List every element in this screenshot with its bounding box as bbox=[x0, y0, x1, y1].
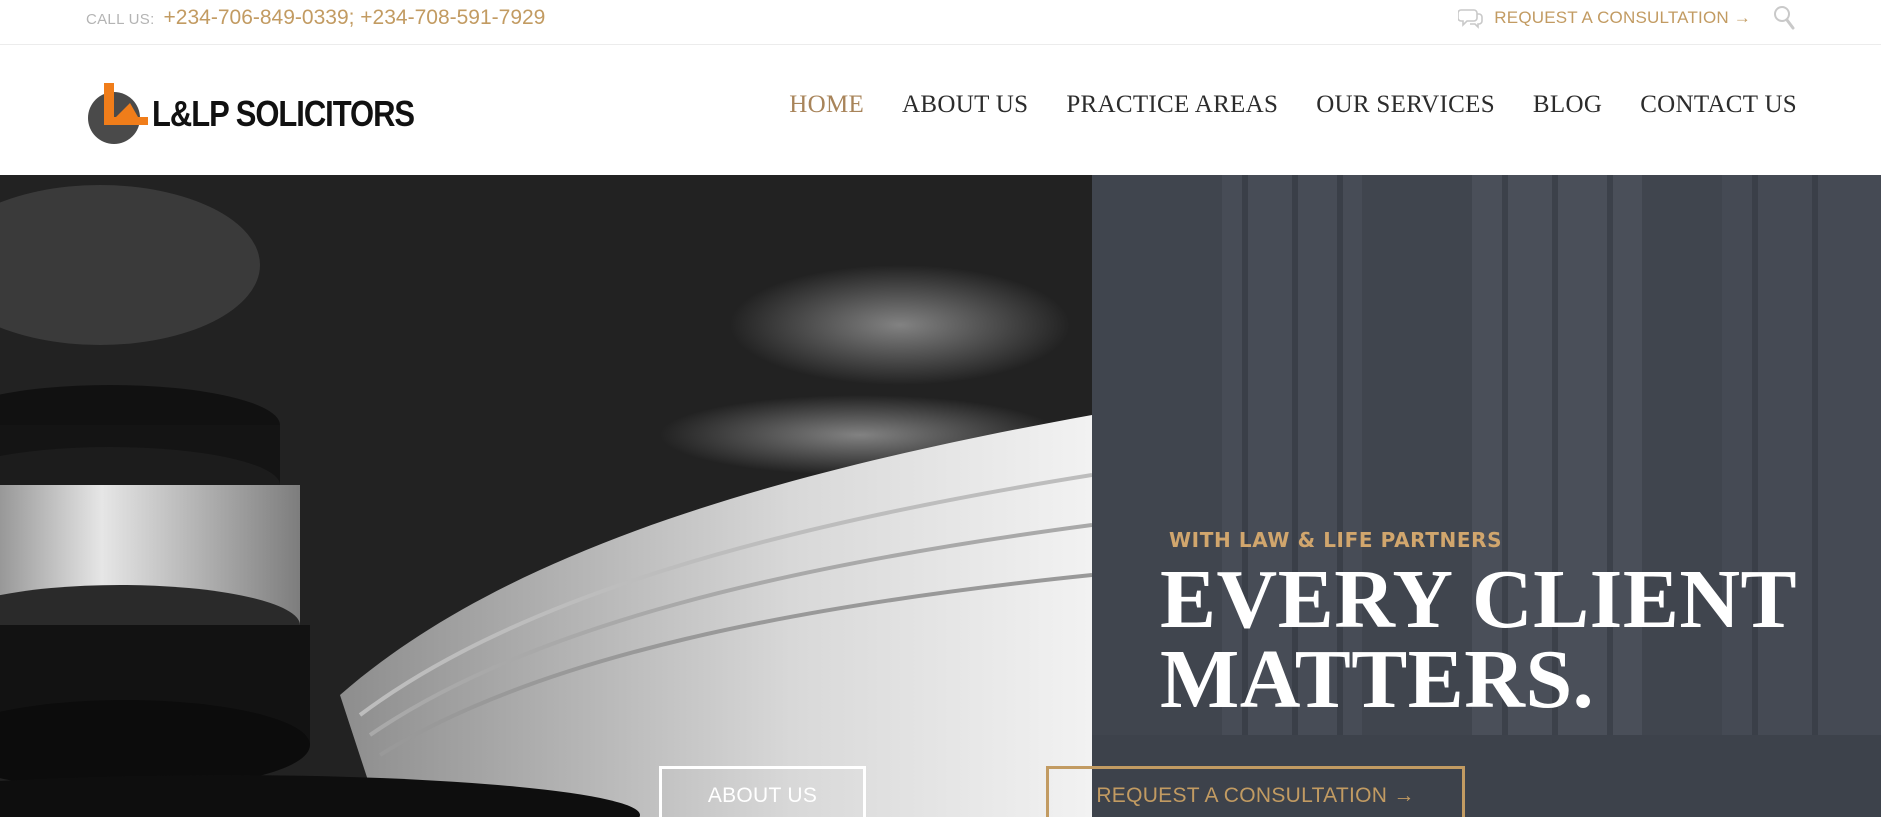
top-bar: CALL US: +234-706-849-0339; +234-708-591… bbox=[0, 0, 1881, 45]
about-us-button[interactable]: ABOUT US bbox=[659, 766, 866, 817]
main-navigation: HOME ABOUT US PRACTICE AREAS OUR SERVICE… bbox=[789, 91, 1797, 119]
brand-name: L&LP SOLICITORS bbox=[152, 93, 415, 134]
call-us-info: CALL US: +234-706-849-0339; +234-708-591… bbox=[86, 6, 545, 30]
hero-headline: EVERY CLIENT MATTERS. bbox=[1160, 553, 1860, 726]
headline-line-2: MATTERS. bbox=[1160, 633, 1595, 726]
phone-numbers-link[interactable]: +234-706-849-0339; +234-708-591-7929 bbox=[164, 6, 546, 30]
hero-tagline: WITH LAW & LIFE PARTNERS bbox=[1169, 528, 1503, 552]
brand-logo[interactable]: L&LP SOLICITORS bbox=[86, 75, 415, 147]
nav-item-our-services[interactable]: OUR SERVICES bbox=[1316, 91, 1495, 119]
nav-item-practice-areas[interactable]: PRACTICE AREAS bbox=[1066, 91, 1278, 119]
nav-item-contact-us[interactable]: CONTACT US bbox=[1640, 91, 1797, 119]
nav-item-about-us[interactable]: ABOUT US bbox=[902, 91, 1028, 119]
nav-item-blog[interactable]: BLOG bbox=[1533, 91, 1602, 119]
nav-item-home[interactable]: HOME bbox=[789, 91, 864, 119]
search-icon[interactable] bbox=[1773, 5, 1797, 31]
chat-bubbles-icon bbox=[1457, 5, 1484, 31]
request-consultation-link[interactable]: REQUEST A CONSULTATION → bbox=[1494, 8, 1751, 28]
site-header: L&LP SOLICITORS HOME ABOUT US PRACTICE A… bbox=[0, 45, 1881, 175]
hero-banner bbox=[0, 175, 1881, 817]
request-consultation-button[interactable]: REQUEST A CONSULTATION → bbox=[1046, 766, 1465, 817]
gavel-book-photo bbox=[0, 175, 1092, 817]
call-us-label: CALL US: bbox=[86, 11, 155, 28]
top-right-actions: REQUEST A CONSULTATION → bbox=[1457, 5, 1797, 31]
headline-line-1: EVERY CLIENT bbox=[1160, 553, 1798, 646]
